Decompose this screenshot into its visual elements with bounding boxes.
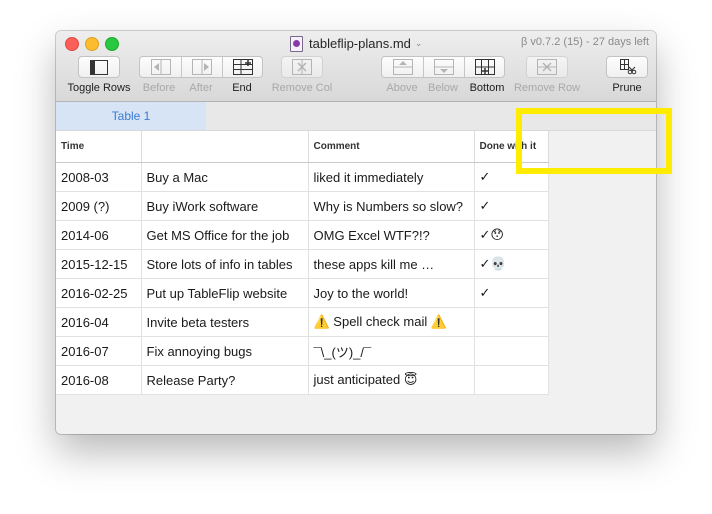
table-cell[interactable]: these apps kill me …	[308, 249, 475, 279]
document-filename: tableflip-plans.md	[309, 36, 411, 51]
table-row: 2016-07 Fix annoying bugs ¯\_(ツ)_/¯	[56, 336, 549, 366]
table-cell[interactable]: 2016-08	[56, 365, 142, 395]
table-cell[interactable]: just anticipated 😇	[308, 365, 475, 395]
zoom-window-button[interactable]	[105, 37, 119, 51]
table-cell[interactable]: Joy to the world!	[308, 278, 475, 308]
column-header-untitled[interactable]	[141, 131, 309, 163]
insert-row-bottom-icon	[475, 59, 495, 75]
prune-button[interactable]	[606, 56, 648, 78]
table-header-row: Time Comment Done with it	[56, 131, 549, 163]
table-cell[interactable]	[474, 336, 549, 366]
table-row: 2016-08 Release Party? just anticipated …	[56, 365, 549, 395]
version-label: β v0.7.2 (15) - 27 days left	[521, 36, 649, 48]
table-row: 2016-04 Invite beta testers ⚠️ Spell che…	[56, 307, 549, 337]
above-label: Above	[386, 82, 418, 94]
table-cell[interactable]: ✓💀	[474, 249, 549, 279]
end-label: End	[232, 82, 252, 94]
table-cell[interactable]	[474, 307, 549, 337]
table-cell[interactable]: Buy a Mac	[141, 162, 309, 192]
table-cell[interactable]: Release Party?	[141, 365, 309, 395]
table-row: 2015-12-15 Store lots of info in tables …	[56, 249, 549, 279]
toggle-rows-button[interactable]	[78, 56, 120, 78]
table-cell[interactable]: ✓	[474, 278, 549, 308]
remove-column-icon	[292, 59, 312, 75]
table-cell[interactable]: ✓	[474, 191, 549, 221]
document-title[interactable]: tableflip-plans.md ⌄	[290, 35, 422, 52]
minimize-window-button[interactable]	[85, 37, 99, 51]
remove-column-button[interactable]	[281, 56, 323, 78]
table-cell[interactable]: Get MS Office for the job	[141, 220, 309, 250]
table-cell[interactable]: 2014-06	[56, 220, 142, 250]
insert-row-above-icon	[392, 59, 413, 75]
insert-row-below-icon	[434, 59, 454, 75]
table-cell[interactable]: Put up TableFlip website	[141, 278, 309, 308]
title-bar: tableflip-plans.md ⌄ β v0.7.2 (15) - 27 …	[56, 31, 656, 102]
close-window-button[interactable]	[65, 37, 79, 51]
table-cell[interactable]: Fix annoying bugs	[141, 336, 309, 366]
remove-row-icon	[537, 59, 557, 75]
before-label: Before	[142, 82, 176, 94]
table-cell[interactable]: Buy iWork software	[141, 191, 309, 221]
table-cell[interactable]: 2009 (?)	[56, 191, 142, 221]
table-cell[interactable]: liked it immediately	[308, 162, 475, 192]
below-label: Below	[428, 82, 458, 94]
table-cell[interactable]: 2008-03	[56, 162, 142, 192]
remove-row-label: Remove Row	[513, 82, 581, 94]
sidebar-toggle-icon	[90, 59, 108, 75]
insert-row-above-button[interactable]	[382, 57, 423, 77]
bottom-label: Bottom	[469, 82, 505, 94]
insert-row-bottom-button[interactable]	[465, 57, 505, 77]
insert-column-end-icon	[233, 59, 253, 75]
table-row: 2009 (?) Buy iWork software Why is Numbe…	[56, 191, 549, 221]
table-cell[interactable]: Invite beta testers	[141, 307, 309, 337]
document-icon	[290, 35, 303, 52]
insert-column-after-button[interactable]	[182, 57, 222, 77]
tab-table-1[interactable]: Table 1	[56, 102, 206, 130]
table-cell[interactable]: ✓😯	[474, 220, 549, 250]
insert-row-below-button[interactable]	[424, 57, 464, 77]
table-cell[interactable]: ¯\_(ツ)_/¯	[308, 336, 475, 366]
insert-column-end-button[interactable]	[223, 57, 263, 77]
data-table: Time Comment Done with it 2008-03 Buy a …	[56, 131, 549, 395]
column-header-time[interactable]: Time	[56, 131, 142, 163]
app-window: tableflip-plans.md ⌄ β v0.7.2 (15) - 27 …	[56, 31, 656, 434]
insert-column-before-button[interactable]	[140, 57, 181, 77]
toggle-rows-label: Toggle Rows	[67, 82, 131, 94]
column-header-comment[interactable]: Comment	[308, 131, 475, 163]
insert-column-after-icon	[192, 59, 212, 75]
chevron-down-icon: ⌄	[414, 38, 423, 48]
table-cell[interactable]: Store lots of info in tables	[141, 249, 309, 279]
annotation-highlight-box	[516, 108, 672, 174]
table-cell[interactable]: 2016-02-25	[56, 278, 142, 308]
table-cell[interactable]: ⚠️ Spell check mail ⚠️	[308, 307, 475, 337]
table-cell[interactable]: 2015-12-15	[56, 249, 142, 279]
prune-label: Prune	[612, 82, 642, 94]
table-row: 2008-03 Buy a Mac liked it immediately ✓	[56, 162, 549, 192]
table-cell[interactable]: 2016-04	[56, 307, 142, 337]
remove-col-label: Remove Col	[271, 82, 333, 94]
table-row: 2016-02-25 Put up TableFlip website Joy …	[56, 278, 549, 308]
table-cell[interactable]: 2016-07	[56, 336, 142, 366]
table-cell[interactable]: OMG Excel WTF?!?	[308, 220, 475, 250]
table-cell[interactable]	[474, 365, 549, 395]
remove-row-button[interactable]	[526, 56, 568, 78]
table-row: 2014-06 Get MS Office for the job OMG Ex…	[56, 220, 549, 250]
insert-column-control	[139, 56, 263, 78]
insert-column-before-icon	[150, 59, 171, 75]
after-label: After	[189, 82, 213, 94]
insert-row-control	[381, 56, 505, 78]
table-cell[interactable]: Why is Numbers so slow?	[308, 191, 475, 221]
prune-icon	[620, 59, 637, 75]
